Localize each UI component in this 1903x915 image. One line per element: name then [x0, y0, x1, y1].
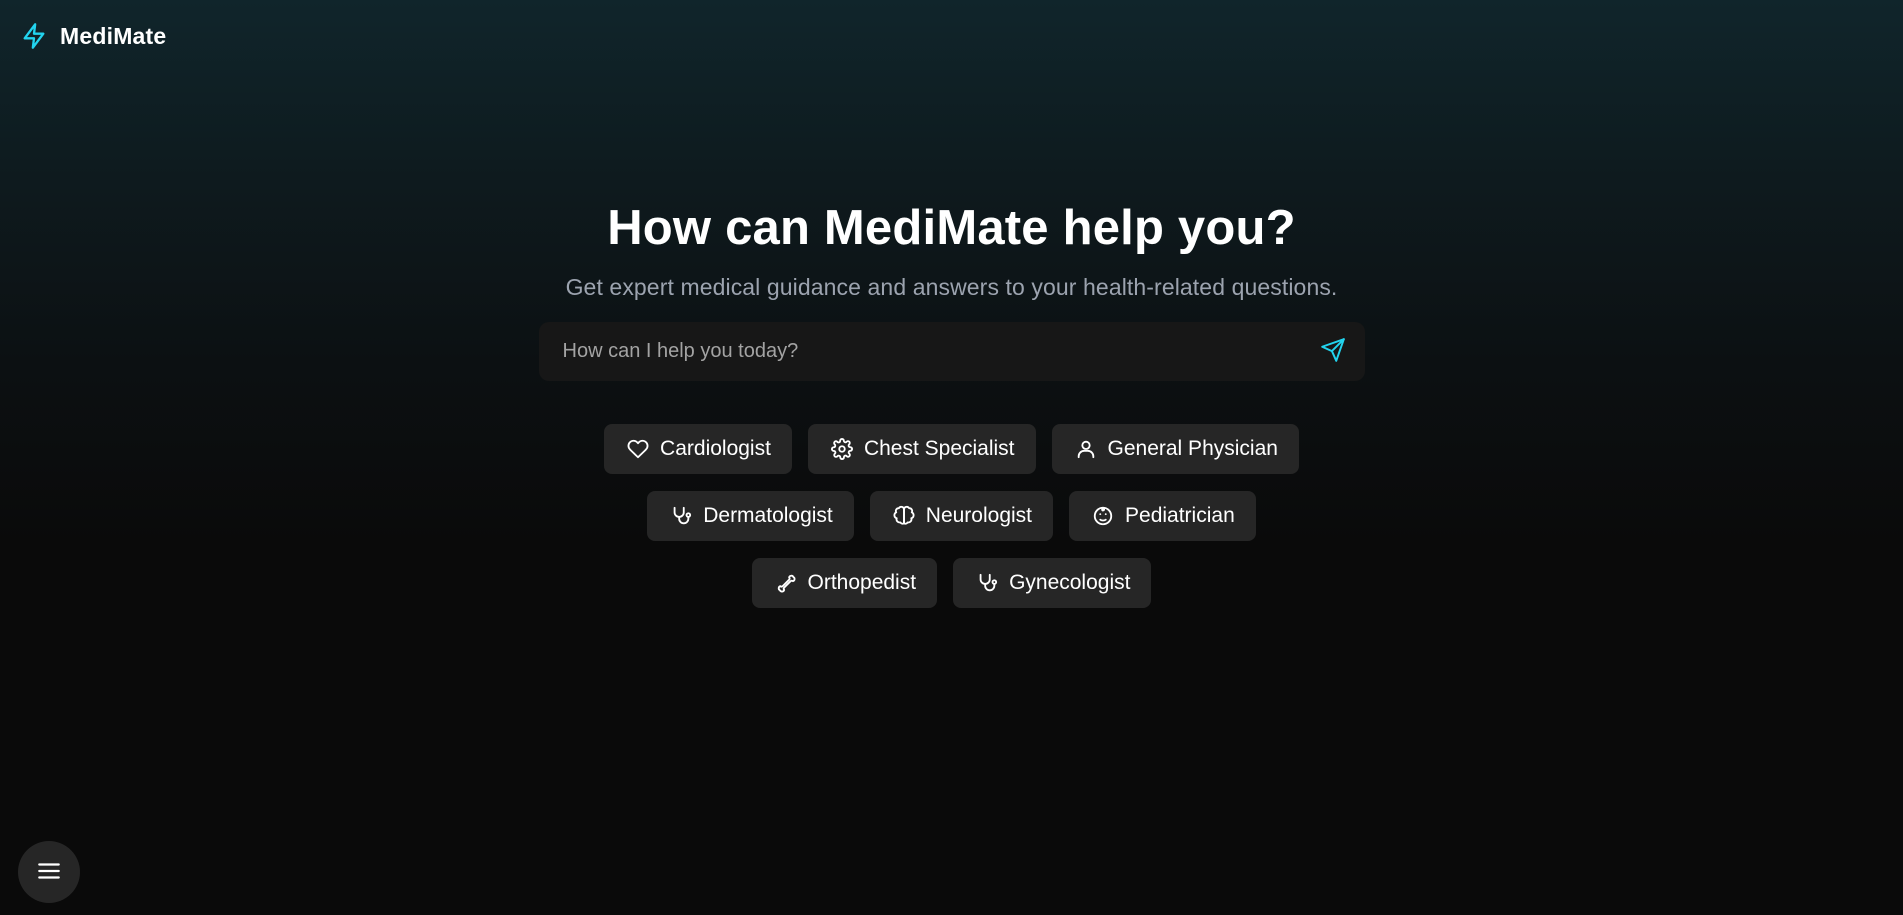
heart-icon: [626, 437, 650, 461]
chip-dermatologist[interactable]: Dermatologist: [647, 491, 854, 541]
user-icon: [1074, 437, 1098, 461]
chip-pediatrician[interactable]: Pediatrician: [1069, 491, 1256, 541]
search-box: [538, 322, 1365, 381]
send-button[interactable]: [1315, 334, 1351, 370]
stethoscope-icon: [975, 571, 999, 595]
chip-label: Pediatrician: [1125, 504, 1235, 527]
brand-name: MediMate: [60, 22, 167, 49]
search-input[interactable]: [560, 339, 1315, 364]
gear-icon: [830, 437, 854, 461]
chip-label: Chest Specialist: [863, 437, 1015, 460]
chip-general-physician[interactable]: General Physician: [1051, 424, 1299, 474]
send-icon: [1320, 337, 1346, 366]
chip-label: General Physician: [1107, 437, 1278, 460]
hero-section: How can MediMate help you? Get expert me…: [0, 198, 1903, 608]
menu-button[interactable]: [18, 841, 80, 903]
chip-label: Neurologist: [925, 504, 1033, 527]
chip-label: Cardiologist: [660, 437, 771, 460]
chip-row: Cardiologist Chest Specialist General Ph…: [604, 424, 1299, 474]
brain-icon: [892, 504, 916, 528]
stethoscope-icon: [669, 504, 693, 528]
chip-neurologist[interactable]: Neurologist: [869, 491, 1054, 541]
baby-icon: [1091, 504, 1115, 528]
chip-cardiologist[interactable]: Cardiologist: [604, 424, 792, 474]
bone-icon: [774, 571, 798, 595]
chip-label: Dermatologist: [703, 504, 833, 527]
chip-label: Gynecologist: [1009, 571, 1131, 594]
lightning-bolt-icon: [20, 21, 48, 51]
chip-row: Orthopedist Gynecologist: [751, 558, 1152, 608]
page-title: How can MediMate help you?: [607, 201, 1296, 255]
menu-icon: [36, 858, 62, 887]
page-subtitle: Get expert medical guidance and answers …: [565, 274, 1338, 300]
chip-row: Dermatologist Neurologist Pediatrician: [647, 491, 1256, 541]
brand-logo[interactable]: MediMate: [20, 20, 166, 52]
chip-gynecologist[interactable]: Gynecologist: [953, 558, 1152, 608]
specialist-chips: Cardiologist Chest Specialist General Ph…: [604, 424, 1299, 608]
chip-chest-specialist[interactable]: Chest Specialist: [807, 424, 1036, 474]
chip-orthopedist[interactable]: Orthopedist: [751, 558, 938, 608]
chip-label: Orthopedist: [807, 571, 917, 594]
